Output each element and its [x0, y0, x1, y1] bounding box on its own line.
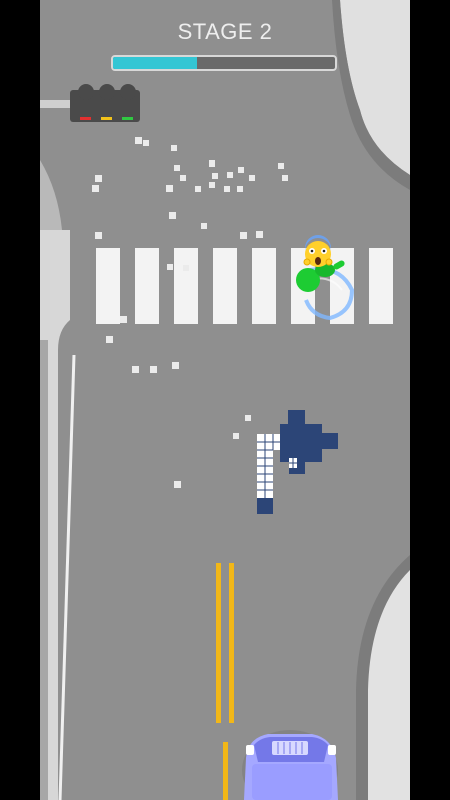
game-viewport[interactable]: STAGE 2	[40, 0, 410, 800]
left-curb	[40, 340, 48, 800]
stage-label: STAGE 2	[177, 19, 273, 44]
road-scene	[40, 0, 410, 800]
stage-progress-bar	[111, 55, 337, 71]
player-car-icon	[242, 730, 338, 800]
stage-progress-fill	[113, 57, 198, 69]
